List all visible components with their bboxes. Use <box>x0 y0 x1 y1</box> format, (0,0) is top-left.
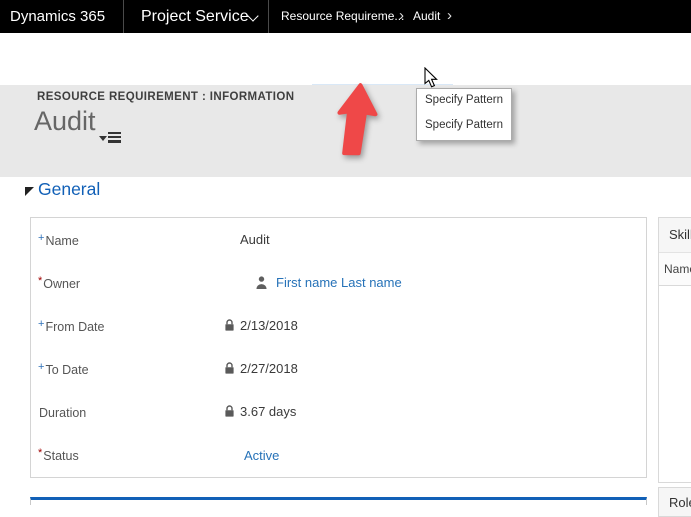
command-bar: NEW COPY DEACTIVATE BOOK SPECIFY <box>0 33 691 85</box>
recommended-marker: + <box>38 318 44 330</box>
lock-icon <box>224 362 235 375</box>
owner-field-value[interactable]: First name Last name <box>224 275 402 290</box>
from-date-field-value[interactable]: 2/13/2018 <box>224 318 298 333</box>
field-label: To Date <box>45 363 88 377</box>
field-row-status: *Status Active <box>31 433 646 476</box>
breadcrumb-separator-icon: › <box>399 0 404 32</box>
dynamics-logo[interactable]: Dynamics 365 <box>10 0 105 33</box>
form-selector-caret-icon[interactable] <box>99 136 107 141</box>
form-selector-menu-icon[interactable] <box>108 132 121 143</box>
specify-pattern-tooltip: Specify Pattern Specify Pattern <box>416 88 512 141</box>
required-marker: * <box>38 275 42 287</box>
roles-subgrid-title: Roles <box>658 487 691 517</box>
skills-column-header[interactable]: Name <box>659 253 691 286</box>
to-date-field-value[interactable]: 2/27/2018 <box>224 361 298 376</box>
nav-divider <box>268 0 269 33</box>
field-row-name: +Name Audit <box>31 218 646 261</box>
field-row-to-date: +To Date 2/27/2018 <box>31 347 646 390</box>
lock-icon <box>224 319 235 332</box>
breadcrumb-entity[interactable]: Resource Requireme... <box>281 0 404 33</box>
next-section-stub <box>30 497 647 505</box>
entity-type-label: RESOURCE REQUIREMENT : INFORMATION <box>37 91 294 103</box>
field-row-from-date: +From Date 2/13/2018 <box>31 304 646 347</box>
owner-link[interactable]: First name Last name <box>276 275 402 290</box>
recommended-marker: + <box>38 361 44 373</box>
field-label: Duration <box>39 406 86 420</box>
field-label: Status <box>43 449 78 463</box>
field-row-duration: Duration 3.67 days <box>31 390 646 433</box>
field-label: Name <box>45 234 78 248</box>
duration-field-value[interactable]: 3.67 days <box>224 404 296 419</box>
name-field-value[interactable]: Audit <box>224 232 270 247</box>
skills-subgrid: Skills Name <box>658 217 691 483</box>
section-title[interactable]: General <box>38 179 100 200</box>
field-label: From Date <box>45 320 104 334</box>
annotation-arrow <box>331 82 379 158</box>
tooltip-title: Specify Pattern <box>425 94 503 106</box>
lock-icon <box>224 405 235 418</box>
skills-panel-title: Skills <box>659 218 691 253</box>
recommended-marker: + <box>38 232 44 244</box>
field-label: Owner <box>43 277 80 291</box>
required-marker: * <box>38 447 42 459</box>
nav-divider <box>123 0 124 33</box>
app-switcher[interactable]: Project Service <box>141 0 249 33</box>
person-icon <box>255 276 268 289</box>
field-row-owner: *Owner First name Last name <box>31 261 646 304</box>
breadcrumb-separator-icon: › <box>447 0 452 32</box>
tooltip-description: Specify Pattern <box>425 119 503 131</box>
record-title: Audit <box>34 106 96 137</box>
chevron-down-icon[interactable] <box>247 10 258 21</box>
general-fields: +Name Audit *Owner First name Last name … <box>30 217 647 478</box>
mouse-cursor-icon <box>424 67 438 89</box>
top-navigation-bar: Dynamics 365 Project Service Resource Re… <box>0 0 691 33</box>
status-field-value[interactable]: Active <box>244 448 279 463</box>
section-collapse-icon[interactable] <box>25 187 34 196</box>
breadcrumb-record[interactable]: Audit <box>413 0 440 33</box>
